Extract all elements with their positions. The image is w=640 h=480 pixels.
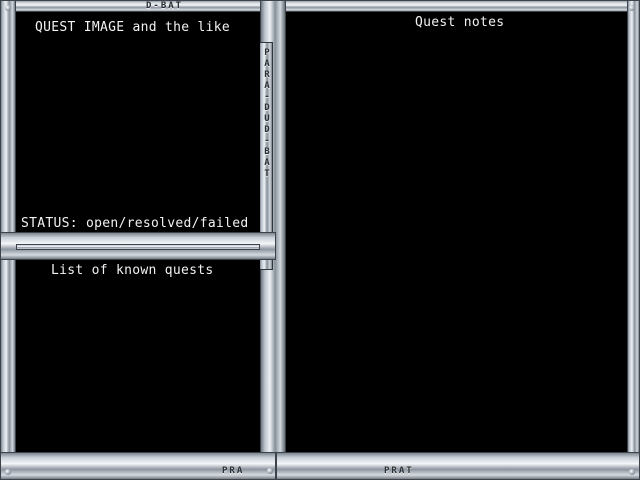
frame-bottom-right (276, 452, 640, 480)
quest-journal-screen: D-BAT PARA-DUD-BAT PRA PRAT QUEST IMAGE … (0, 0, 640, 480)
rivet (5, 469, 11, 475)
quest-notes-panel[interactable]: Quest notes (286, 12, 627, 452)
frame-top-left (0, 0, 276, 12)
frame-top-tag: D-BAT (146, 1, 184, 11)
frame-bottom-right-tag: PRAT (384, 466, 414, 476)
quest-image-title: QUEST IMAGE and the like (35, 20, 231, 35)
frame-left-divider-inner (16, 244, 260, 250)
rivet (629, 5, 635, 11)
quest-status-text: STATUS: open/resolved/failed (21, 216, 249, 231)
quest-list-panel[interactable]: List of known quests (16, 260, 260, 452)
rivet (267, 468, 273, 474)
frame-bottom-left-tag: PRA (222, 466, 245, 476)
rivet (5, 5, 11, 11)
frame-top-right (276, 0, 640, 12)
quest-image-panel: QUEST IMAGE and the like STATUS: open/re… (16, 12, 260, 232)
quest-list-title: List of known quests (51, 263, 214, 278)
quest-notes-title: Quest notes (415, 15, 505, 30)
rivet (629, 469, 635, 475)
frame-right-edge (627, 0, 640, 480)
